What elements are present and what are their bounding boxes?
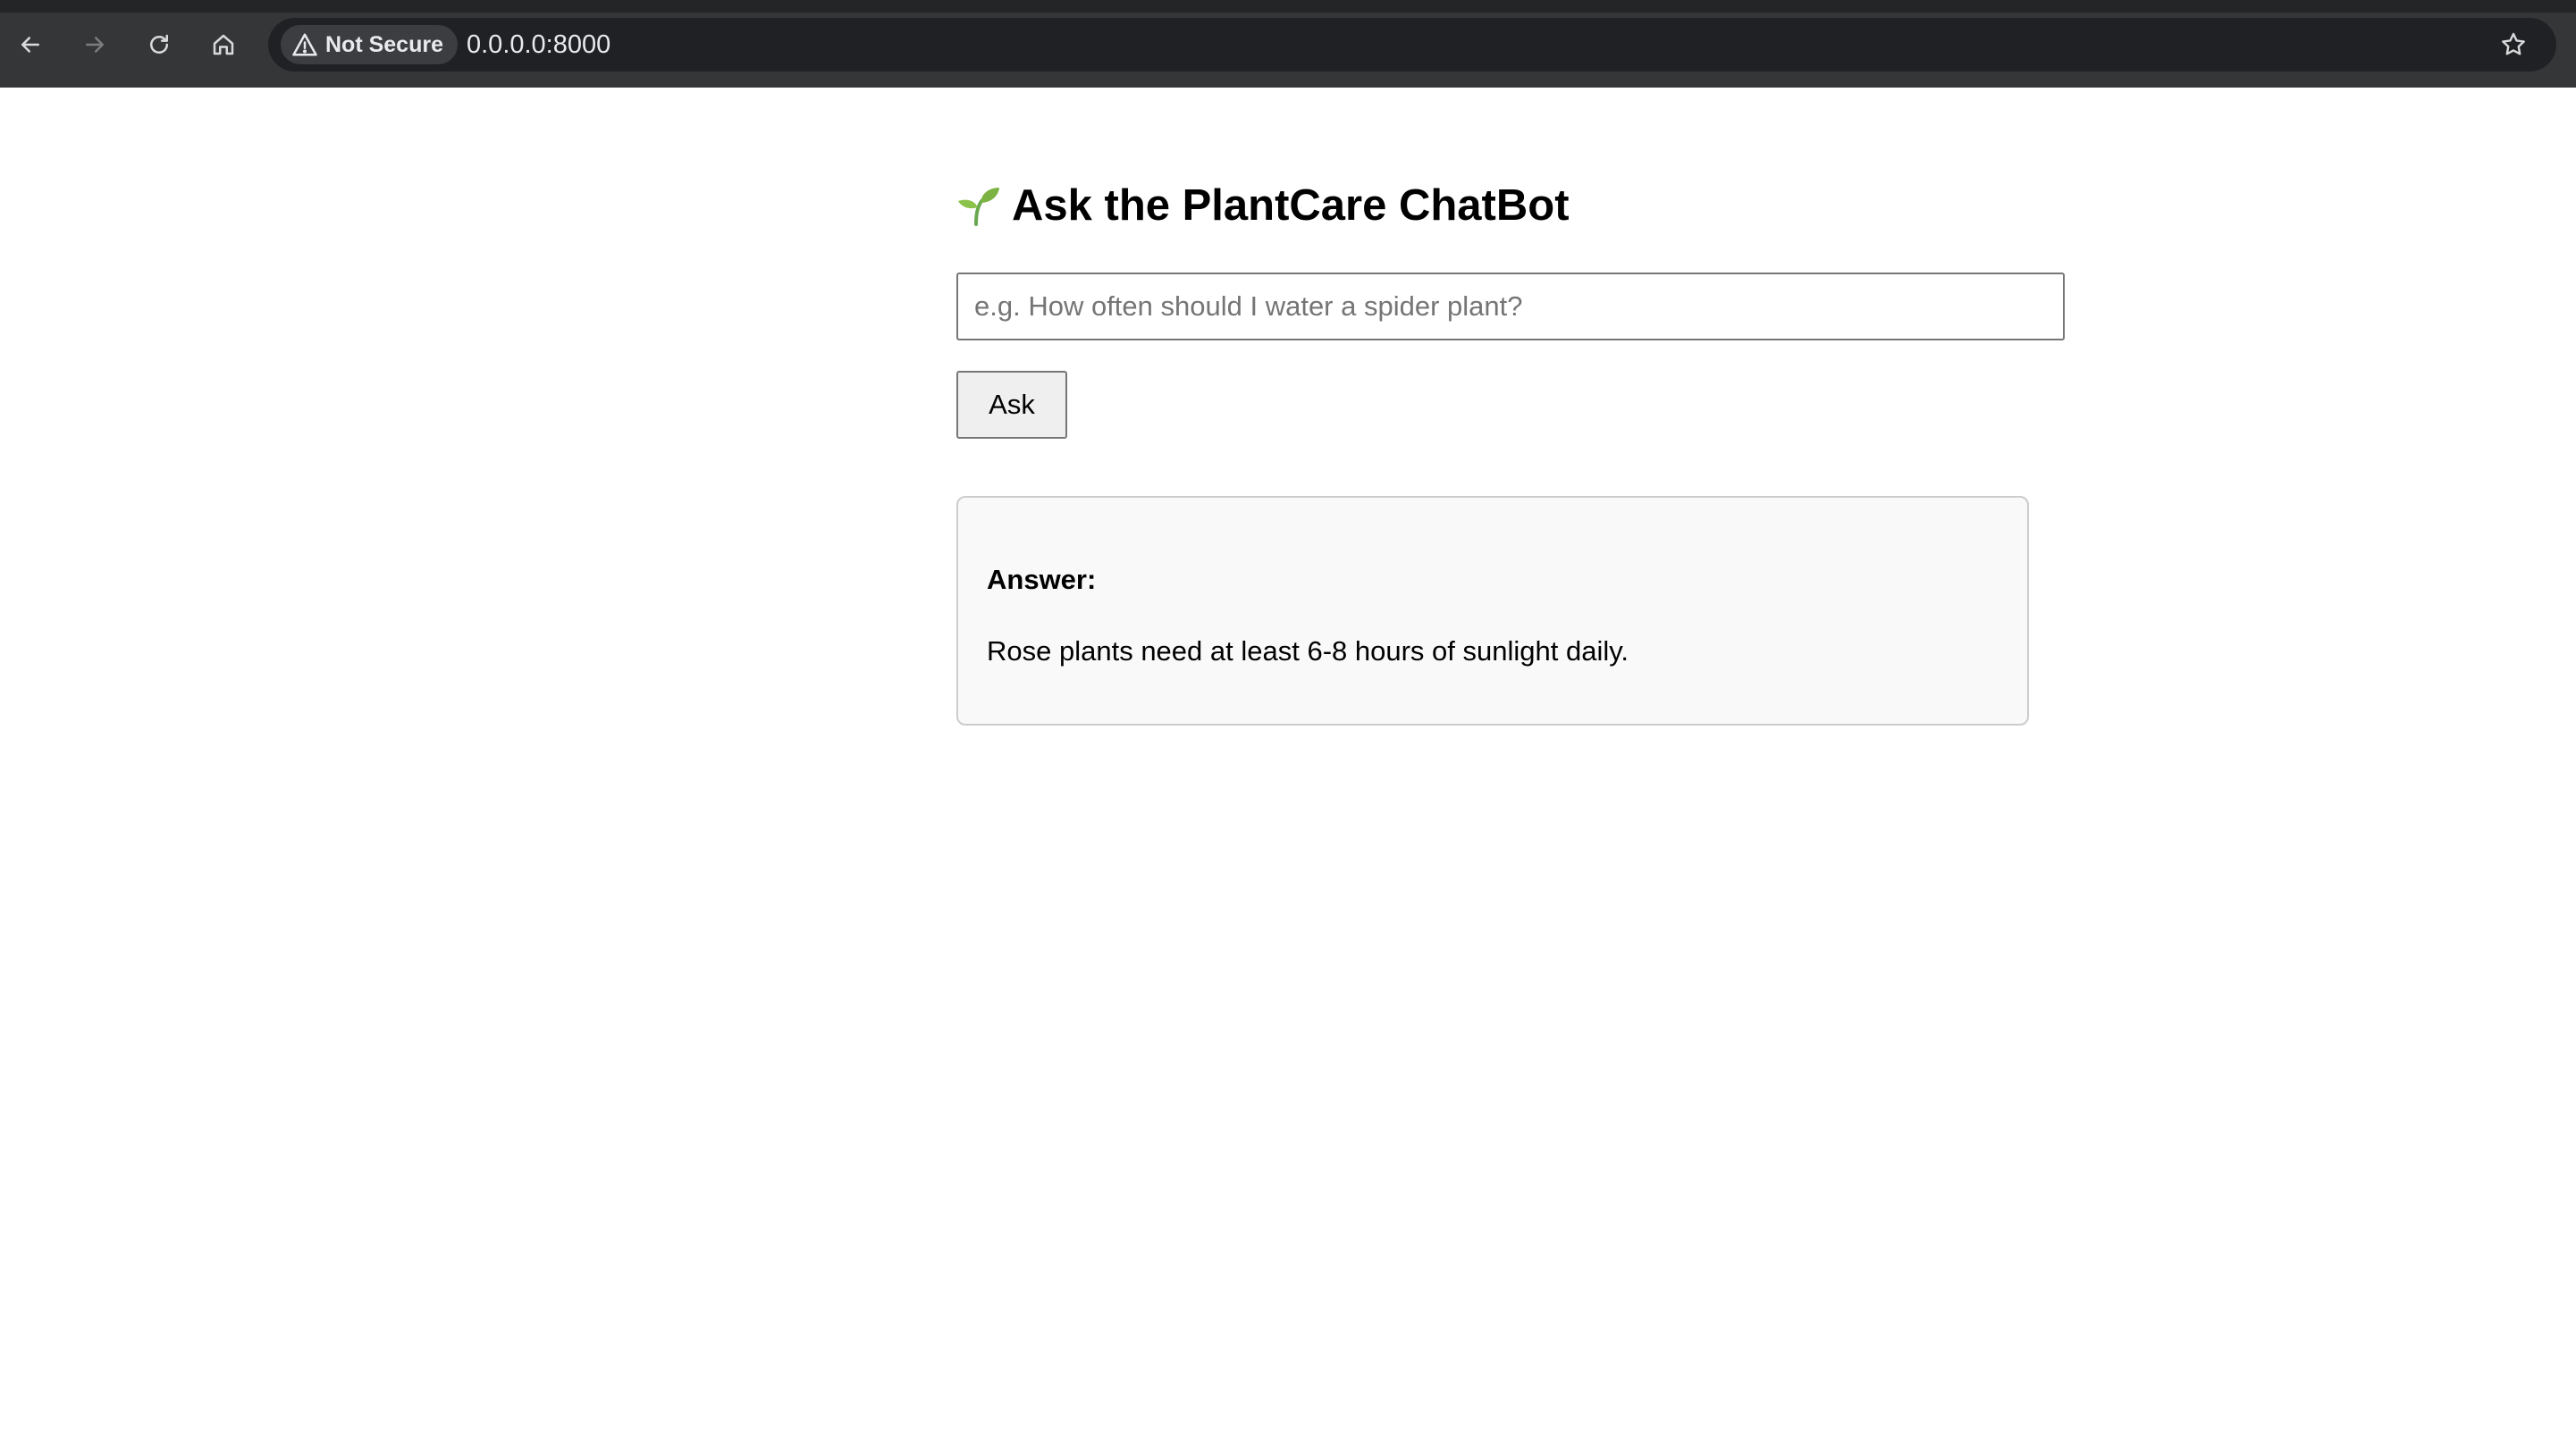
warning-triangle-icon xyxy=(292,33,317,56)
browser-toolbar: Not Secure 0.0.0.0:8000 xyxy=(0,0,2576,88)
forward-button[interactable] xyxy=(75,25,114,64)
answer-box: Answer: Rose plants need at least 6-8 ho… xyxy=(956,496,2029,726)
star-icon xyxy=(2502,32,2525,55)
address-bar[interactable]: Not Secure 0.0.0.0:8000 xyxy=(268,18,2556,71)
reload-icon xyxy=(150,34,168,54)
page-title-text: Ask the PlantCare ChatBot xyxy=(1012,181,1570,230)
security-label: Not Secure xyxy=(325,31,443,57)
url-text[interactable]: 0.0.0.0:8000 xyxy=(467,18,610,71)
forward-arrow-icon xyxy=(86,37,104,53)
home-button[interactable] xyxy=(204,25,243,64)
answer-label: Answer: xyxy=(987,564,1097,595)
bookmark-button[interactable] xyxy=(2494,25,2533,64)
question-input[interactable] xyxy=(956,273,2065,340)
tab-strip xyxy=(0,0,2576,13)
back-arrow-icon xyxy=(21,37,39,53)
home-icon xyxy=(213,34,234,55)
ask-button[interactable]: Ask xyxy=(956,371,1067,439)
page-title: Ask the PlantCare ChatBot xyxy=(956,180,1570,231)
sprout-icon xyxy=(958,188,999,226)
security-indicator[interactable]: Not Secure xyxy=(281,25,458,64)
back-button[interactable] xyxy=(11,25,50,64)
answer-text: Rose plants need at least 6-8 hours of s… xyxy=(987,635,1629,667)
page-content: Ask the PlantCare ChatBot Ask Answer: Ro… xyxy=(0,88,2576,1435)
reload-button[interactable] xyxy=(139,25,179,64)
